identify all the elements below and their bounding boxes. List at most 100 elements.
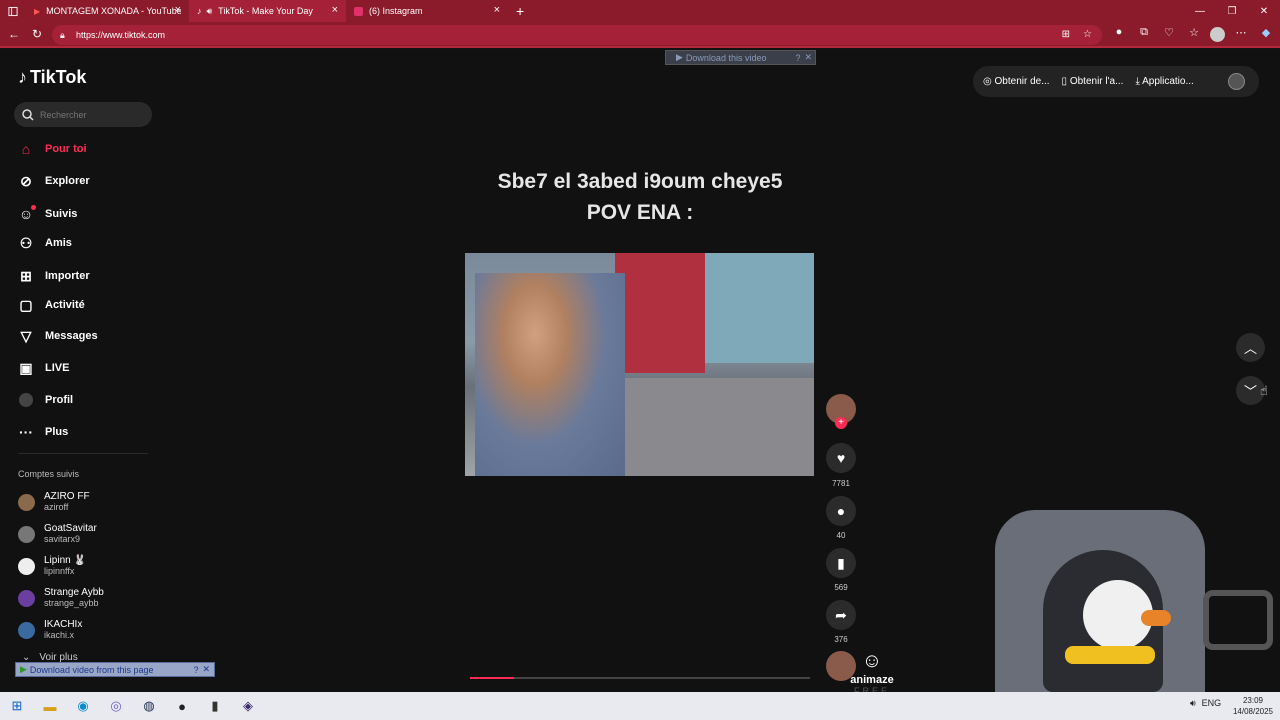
sidebar-item-plus[interactable]: ··· Plus [18, 424, 68, 440]
sidebar-item-label: Suivis [45, 208, 78, 220]
help-icon[interactable]: ? [795, 53, 800, 63]
windows-start-icon[interactable]: ⊞ [6, 695, 28, 717]
followed-account[interactable]: Lipinn 🐰 lipinnffx [18, 555, 86, 577]
tab-actions-icon[interactable] [0, 0, 26, 22]
favorites-icon[interactable]: ☆ [1185, 26, 1203, 42]
previous-video-button[interactable]: ︿ [1236, 333, 1265, 362]
search-box[interactable] [14, 102, 152, 127]
video-player[interactable] [465, 253, 814, 476]
save-button[interactable]: ▮ [826, 548, 856, 578]
steam-icon[interactable]: ◍ [138, 695, 160, 717]
download-video-bar[interactable]: ▶ Download this video ? ✕ [665, 50, 816, 65]
building-left [615, 253, 705, 373]
sidebar-item-label: Activité [45, 299, 85, 311]
refresh-icon[interactable]: ↻ [32, 27, 42, 41]
messages-icon: ▽ [20, 327, 32, 344]
followed-account[interactable]: Strange Aybb strange_aybb [18, 587, 104, 609]
animaze-app-icon[interactable]: ◈ [237, 695, 259, 717]
sidebar-item-suivis[interactable]: ☺ Suivis [18, 205, 78, 222]
menu-icon[interactable]: ⋯ [1232, 26, 1250, 42]
follow-plus-icon[interactable]: + [835, 417, 847, 429]
tab-title: MONTAGEM XONADA - YouTube [46, 6, 181, 16]
maximize-icon[interactable]: ❐ [1216, 6, 1248, 17]
shares-count: 376 [834, 635, 848, 644]
obs-icon[interactable]: ● [171, 695, 193, 717]
friends-icon: ⚇ [19, 234, 33, 251]
mouse-app-icon[interactable]: ▮ [204, 695, 226, 717]
language-indicator[interactable]: ENG [1202, 698, 1222, 709]
tab-youtube[interactable]: ▶ MONTAGEM XONADA - YouTube × [26, 0, 189, 22]
account-name: Strange Aybb [44, 587, 104, 598]
search-input[interactable] [40, 109, 140, 120]
followed-account[interactable]: AZIRO FF aziroff [18, 491, 90, 513]
sidebar-item-amis[interactable]: ⚇ Amis [18, 235, 72, 251]
windows-taskbar: ⊞ ▬ ◉ ◎ ◍ ● ▮ ◈ 🔊︎ ENG 23:09 14/08/2025 [0, 692, 1280, 720]
close-window-icon[interactable]: ✕ [1248, 6, 1280, 17]
close-tab-icon[interactable]: × [494, 4, 500, 16]
sidebar-item-importer[interactable]: ⊞ Importer [18, 268, 90, 284]
video-progress-fill [470, 677, 515, 679]
video-caption: Sbe7 el 3abed i9oum cheye5 POV ENA : [440, 166, 840, 228]
speaker-icon[interactable]: 🔊︎ [207, 6, 213, 17]
extensions-icon[interactable]: ⧉ [1135, 26, 1153, 42]
edge-browser-icon[interactable]: ◉ [72, 695, 94, 717]
streamer-avatar-overlay [973, 510, 1280, 692]
share-icon: ➦ [835, 606, 847, 623]
sidebar-item-profil[interactable]: Profil [18, 392, 73, 408]
sidebar-item-pour-toi[interactable]: ⌂ Pour toi [18, 141, 87, 157]
comment-button[interactable]: ● [826, 496, 856, 526]
close-icon[interactable]: ✕ [202, 664, 210, 675]
help-icon[interactable]: ? [193, 665, 198, 675]
account-handle: aziroff [44, 502, 69, 512]
download-page-bar[interactable]: ▶ Download video from this page ? ✕ [15, 662, 215, 677]
sidebar-item-messages[interactable]: ▽ Messages [18, 328, 98, 344]
tab-instagram[interactable]: (6) Instagram × [346, 0, 508, 22]
user-avatar[interactable] [1228, 73, 1245, 90]
extension-icon[interactable]: ● [1110, 26, 1128, 42]
sidebar-item-activite[interactable]: ▢ Activité [18, 297, 85, 313]
copilot-icon[interactable]: ◆ [1257, 26, 1275, 42]
followed-account[interactable]: GoatSavitar savitarx9 [18, 523, 97, 545]
get-app-button[interactable]: ▯ Obtenir l'a... [1062, 76, 1124, 87]
download-video-label: Download this video [685, 52, 767, 63]
tiktok-logo[interactable]: ♪ TikTok [18, 67, 86, 88]
apps-icon[interactable]: ⊞ [1062, 25, 1070, 45]
tiktok-logo-icon: ♪ [18, 67, 27, 87]
url-field[interactable]: 🔒︎ https://www.tiktok.com ☆ ⊞ [52, 25, 1102, 45]
caption-line: POV ENA : [586, 201, 694, 224]
browser-essentials-icon[interactable]: ♡ [1160, 26, 1178, 42]
sidebar-item-label: Messages [45, 330, 98, 342]
close-tab-icon[interactable]: × [175, 4, 181, 16]
avatar [18, 493, 35, 511]
video-progress-track[interactable] [470, 677, 810, 679]
browser-tab-bar: ▶ MONTAGEM XONADA - YouTube × ♪ 🔊︎ TikTo… [0, 0, 1280, 22]
account-handle: savitarx9 [44, 534, 81, 544]
more-icon: ··· [19, 424, 33, 440]
button-label: Obtenir de... [994, 76, 1050, 87]
building-right [705, 253, 814, 363]
tab-tiktok[interactable]: ♪ 🔊︎ TikTok - Make Your Day × [189, 0, 346, 22]
followed-account[interactable]: IKACHIx ikachi.x [18, 619, 82, 641]
sidebar-item-live[interactable]: ▣ LIVE [18, 360, 69, 376]
speaker-icon[interactable]: 🔊︎ [1190, 698, 1196, 709]
sidebar-item-explorer[interactable]: ⊘ Explorer [18, 173, 90, 189]
site-info-icon[interactable]: 🔒︎ [60, 25, 65, 45]
favorite-icon[interactable]: ☆ [1083, 25, 1092, 45]
get-coins-button[interactable]: ◎ Obtenir de... [983, 76, 1050, 87]
file-explorer-icon[interactable]: ▬ [39, 695, 61, 717]
desktop-app-button[interactable]: ⤓ Applicatio... [1135, 76, 1193, 87]
new-tab-button[interactable]: + [508, 0, 528, 22]
clock[interactable]: 23:09 14/08/2025 [1228, 695, 1278, 717]
mouse-cursor-icon: ☝︎ [1260, 383, 1268, 398]
minimize-icon[interactable]: — [1184, 6, 1216, 17]
animaze-logo-icon: ☺︎ [861, 650, 883, 672]
phone-icon: ▯ [1061, 76, 1068, 87]
discord-icon[interactable]: ◎ [105, 695, 127, 717]
like-button[interactable]: ♥ [826, 443, 856, 473]
close-tab-icon[interactable]: × [332, 4, 338, 16]
back-icon[interactable]: ← [8, 27, 20, 41]
play-icon: ▶ [20, 664, 27, 674]
share-button[interactable]: ➦ [826, 600, 856, 630]
close-icon[interactable]: ✕ [804, 52, 812, 63]
profile-avatar-icon[interactable] [1210, 27, 1225, 42]
